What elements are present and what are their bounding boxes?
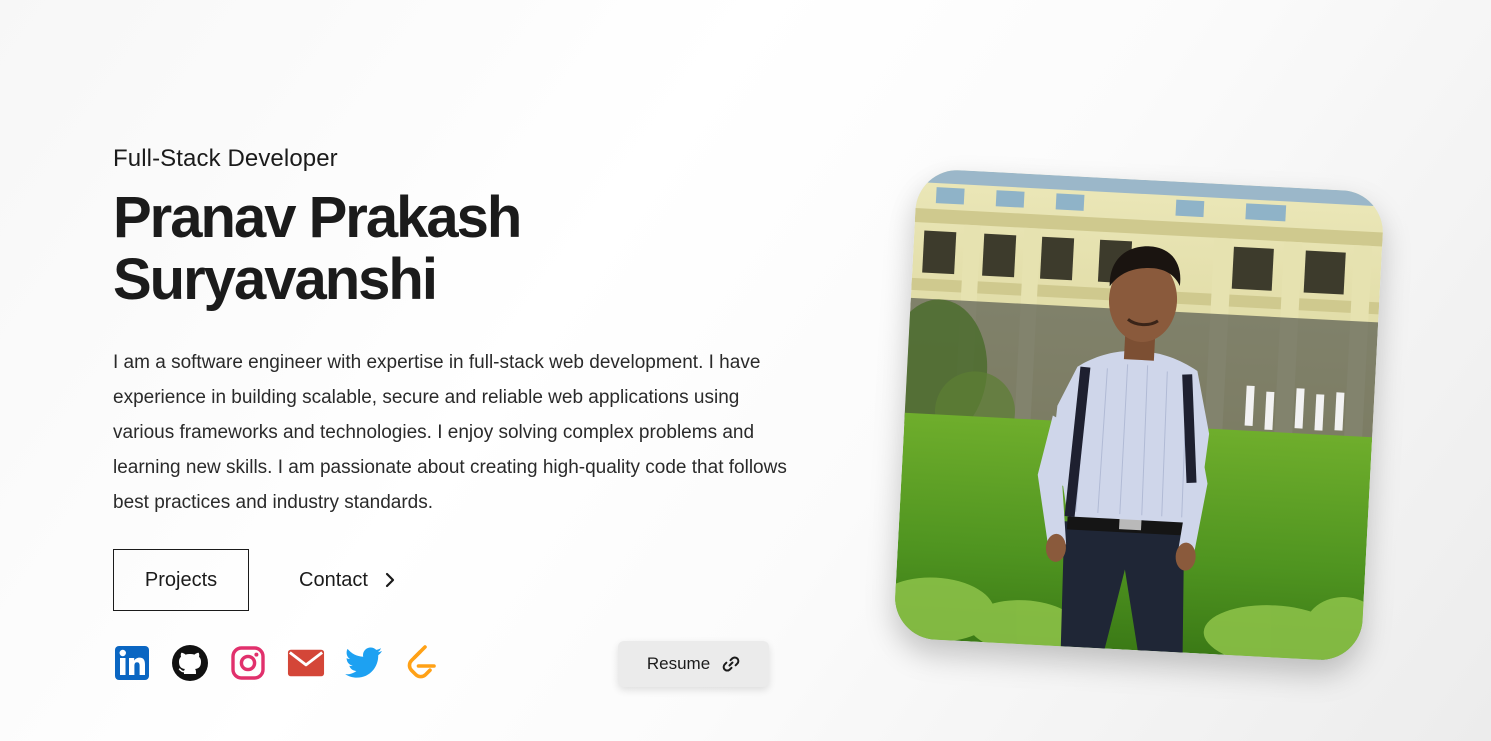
contact-button[interactable]: Contact: [299, 569, 396, 592]
github-icon[interactable]: [171, 644, 209, 682]
profile-photo: [893, 168, 1385, 662]
person-name: Pranav Prakash Suryavanshi: [113, 187, 813, 311]
contact-label: Contact: [299, 568, 368, 591]
hero-section: Full-Stack Developer Pranav Prakash Sury…: [113, 145, 813, 520]
name-line-2: Suryavanshi: [113, 247, 438, 312]
job-title: Full-Stack Developer: [113, 145, 338, 172]
name-line-1: Pranav Prakash: [113, 185, 522, 250]
instagram-icon[interactable]: [229, 644, 267, 682]
resume-button[interactable]: Resume: [618, 641, 769, 687]
profile-photo-illustration: [893, 168, 1385, 662]
twitter-icon[interactable]: [345, 644, 383, 682]
bio-text: I am a software engineer with expertise …: [113, 352, 787, 513]
social-links: [113, 644, 461, 682]
email-icon[interactable]: [287, 644, 325, 682]
hero-actions: Projects Contact: [113, 549, 396, 611]
leetcode-icon[interactable]: [403, 644, 441, 682]
projects-button[interactable]: Projects: [113, 549, 249, 611]
link-icon: [722, 656, 740, 672]
chevron-right-icon: [385, 572, 395, 588]
linkedin-icon[interactable]: [113, 644, 151, 682]
resume-label: Resume: [646, 654, 711, 673]
